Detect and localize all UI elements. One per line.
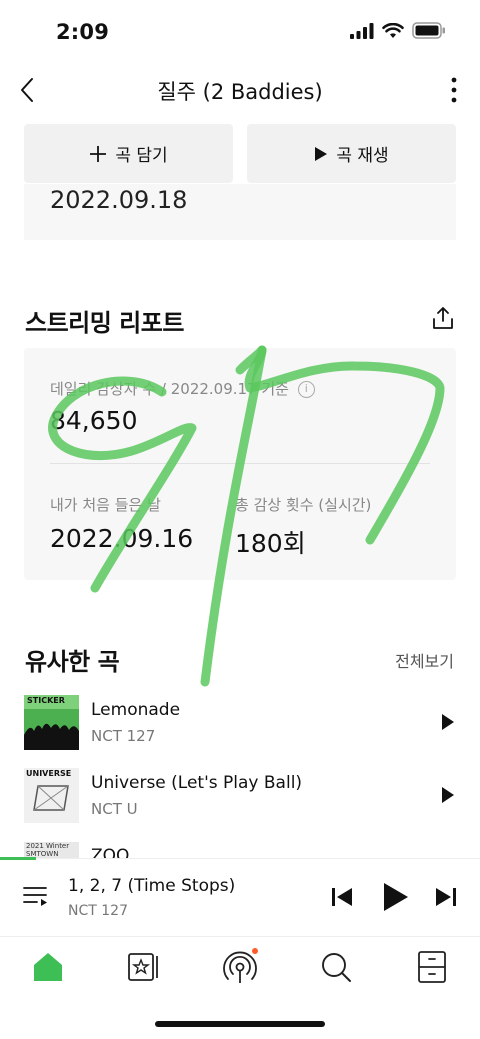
next-track-icon[interactable] — [434, 885, 458, 909]
home-indicator — [155, 1021, 325, 1027]
streaming-report-card: 데일리 감상자 수 / 2022.09.17 기준 i 84,650 내가 처음… — [24, 348, 456, 580]
song-artist: NCT 127 — [91, 727, 156, 745]
mini-player[interactable]: 1, 2, 7 (Time Stops) NCT 127 — [0, 857, 480, 936]
library-icon[interactable] — [124, 947, 164, 987]
first-listen-value: 2022.09.16 — [50, 524, 194, 553]
previous-info-card: 2022.09.18 — [24, 184, 456, 240]
song-row[interactable]: STICKER Lemonade NCT 127 — [24, 695, 456, 755]
play-icon — [315, 146, 328, 161]
album-text: UNIVERSE — [26, 769, 72, 778]
total-plays-value: 180회 — [235, 529, 306, 558]
album-text: 2021 Winter SMTOWN SMCU — [26, 842, 70, 858]
play-pause-icon[interactable] — [380, 881, 410, 913]
signal-icon — [350, 22, 374, 39]
album-art: 2021 Winter SMTOWN SMCU — [24, 842, 79, 858]
total-plays-label: 총 감상 횟수 (실시간) — [235, 496, 372, 514]
song-title: ZOO — [91, 846, 130, 858]
wifi-icon — [382, 22, 404, 38]
previous-track-icon[interactable] — [330, 885, 354, 909]
see-all-link[interactable]: 전체보기 — [395, 648, 454, 672]
song-row[interactable]: UNIVERSE Universe (Let's Play Ball) NCT … — [24, 768, 456, 828]
top-navigation: 질주 (2 Baddies) — [0, 62, 480, 118]
info-icon[interactable]: i — [297, 381, 315, 398]
song-title: Universe (Let's Play Ball) — [91, 773, 303, 793]
previous-card-date: 2022.09.18 — [50, 186, 188, 214]
daily-listeners-label-text: 데일리 감상자 수 / 2022.09.17 기준 — [50, 380, 289, 398]
now-playing-title: 1, 2, 7 (Time Stops) — [68, 876, 236, 896]
storage-icon[interactable] — [412, 947, 452, 987]
play-icon[interactable] — [440, 785, 456, 805]
playback-progress-bar — [0, 857, 36, 860]
album-text: STICKER — [27, 696, 65, 705]
play-song-button[interactable]: 곡 재생 — [247, 124, 456, 183]
status-bar: 2:09 — [0, 0, 480, 62]
similar-songs-title: 유사한 곡 — [25, 648, 120, 676]
playlist-icon[interactable] — [22, 883, 50, 911]
play-icon[interactable] — [440, 712, 456, 732]
streaming-report-title: 스트리밍 리포트 — [25, 309, 184, 337]
more-options-button[interactable] — [446, 74, 462, 106]
share-icon[interactable] — [430, 305, 456, 331]
now-playing-artist: NCT 127 — [68, 903, 128, 919]
add-to-playlist-button[interactable]: 곡 담기 — [24, 124, 233, 183]
report-divider — [50, 463, 430, 464]
song-row[interactable]: 2021 Winter SMTOWN SMCU ZOO — [24, 842, 456, 858]
daily-listeners-value: 84,650 — [50, 406, 138, 435]
album-art: STICKER — [24, 695, 79, 750]
status-time: 2:09 — [56, 20, 110, 44]
page-title: 질주 (2 Baddies) — [157, 80, 323, 104]
add-to-playlist-label: 곡 담기 — [115, 146, 168, 166]
status-icons — [350, 22, 446, 39]
battery-icon — [412, 22, 445, 39]
daily-listeners-label: 데일리 감상자 수 / 2022.09.17 기준 i — [50, 378, 315, 399]
podcast-icon[interactable] — [220, 947, 260, 987]
album-art: UNIVERSE — [24, 768, 79, 823]
search-icon[interactable] — [316, 947, 356, 987]
home-icon[interactable] — [28, 947, 68, 987]
plus-icon — [90, 145, 107, 162]
play-song-label: 곡 재생 — [336, 146, 389, 166]
song-artist: NCT U — [91, 800, 138, 818]
first-listen-label: 내가 처음 들은 날 — [50, 496, 161, 514]
song-title: Lemonade — [91, 700, 181, 720]
